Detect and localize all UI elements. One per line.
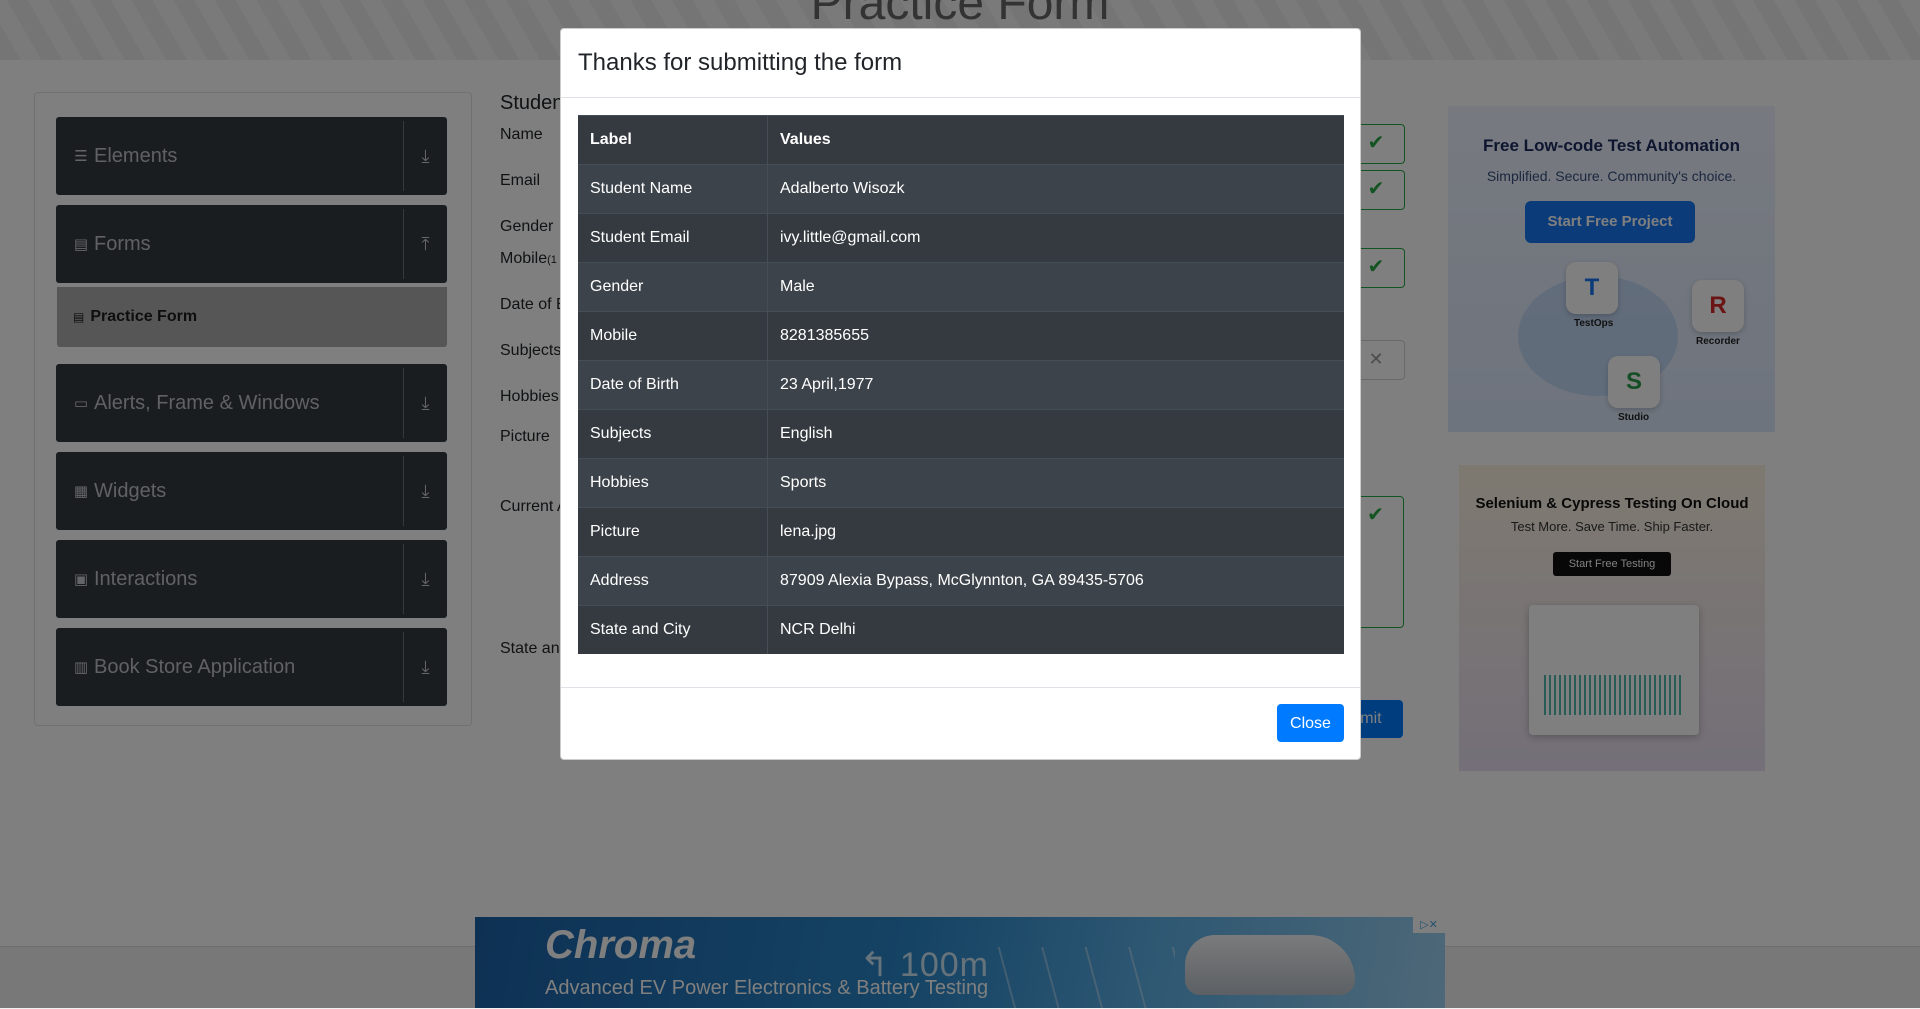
submission-table: Label Values Student Name Adalberto Wiso… xyxy=(578,115,1344,654)
row-label: Picture xyxy=(578,507,768,557)
column-header-label: Label xyxy=(578,115,768,165)
row-value: Sports xyxy=(767,458,1344,508)
table-row: Picture lena.jpg xyxy=(578,507,1344,557)
row-value: 23 April,1977 xyxy=(767,360,1344,410)
row-value: lena.jpg xyxy=(767,507,1344,557)
table-row: State and City NCR Delhi xyxy=(578,605,1344,654)
row-value: Adalberto Wisozk xyxy=(767,164,1344,214)
modal-header: Thanks for submitting the form xyxy=(561,29,1360,98)
row-value: NCR Delhi xyxy=(767,605,1344,654)
row-label: Mobile xyxy=(578,311,768,361)
table-row: Student Email ivy.little@gmail.com xyxy=(578,213,1344,263)
column-header-values: Values xyxy=(767,115,1344,165)
row-label: Subjects xyxy=(578,409,768,459)
close-button[interactable]: Close xyxy=(1277,704,1344,742)
row-value: Male xyxy=(767,262,1344,312)
row-value: English xyxy=(767,409,1344,459)
table-row: Hobbies Sports xyxy=(578,458,1344,508)
row-label: Student Email xyxy=(578,213,768,263)
row-label: Hobbies xyxy=(578,458,768,508)
table-row: Subjects English xyxy=(578,409,1344,459)
modal-title: Thanks for submitting the form xyxy=(578,49,903,76)
table-row: Gender Male xyxy=(578,262,1344,312)
row-value: 8281385655 xyxy=(767,311,1344,361)
table-row: Student Name Adalberto Wisozk xyxy=(578,164,1344,214)
table-header-row: Label Values xyxy=(578,115,1344,165)
row-label: Gender xyxy=(578,262,768,312)
submission-modal: Thanks for submitting the form Label Val… xyxy=(560,28,1361,760)
row-label: Address xyxy=(578,556,768,606)
row-label: State and City xyxy=(578,605,768,654)
row-label: Date of Birth xyxy=(578,360,768,410)
row-value: ivy.little@gmail.com xyxy=(767,213,1344,263)
row-value: 87909 Alexia Bypass, McGlynnton, GA 8943… xyxy=(767,556,1344,606)
modal-footer: Close xyxy=(561,687,1360,760)
row-label: Student Name xyxy=(578,164,768,214)
table-row: Date of Birth 23 April,1977 xyxy=(578,360,1344,410)
table-row: Address 87909 Alexia Bypass, McGlynnton,… xyxy=(578,556,1344,606)
table-row: Mobile 8281385655 xyxy=(578,311,1344,361)
